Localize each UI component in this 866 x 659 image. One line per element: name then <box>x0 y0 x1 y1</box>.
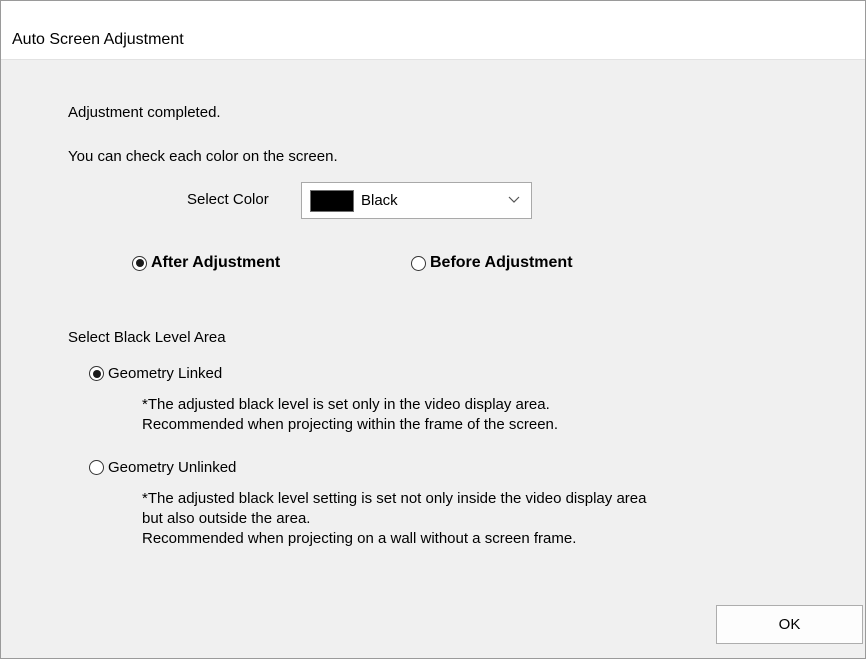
before-adjustment-label: Before Adjustment <box>430 254 573 271</box>
geometry-unlinked-radio-circle[interactable] <box>89 460 104 475</box>
geometry-unlinked-note: *The adjusted black level setting is set… <box>142 489 646 549</box>
geometry-linked-note-line2: Recommended when projecting within the f… <box>142 416 559 433</box>
after-adjustment-label: After Adjustment <box>151 254 281 271</box>
color-swatch <box>310 190 354 212</box>
completed-message: Adjustment completed. <box>68 104 221 121</box>
before-adjustment-radio-circle[interactable] <box>411 255 426 271</box>
geometry-linked-note: *The adjusted black level is set only in… <box>142 395 558 435</box>
geometry-linked-radio[interactable]: Geometry Linked <box>89 365 222 382</box>
auto-screen-adjustment-dialog: Auto Screen Adjustment Adjustment comple… <box>0 0 866 659</box>
check-message: You can check each color on the screen. <box>68 148 338 165</box>
geometry-unlinked-note-line3: Recommended when projecting on a wall wi… <box>142 530 577 547</box>
window-title: Auto Screen Adjustment <box>12 31 184 48</box>
geometry-unlinked-note-line1: *The adjusted black level setting is set… <box>142 490 647 507</box>
geometry-linked-label: Geometry Linked <box>108 365 223 382</box>
geometry-linked-radio-circle[interactable] <box>89 366 104 381</box>
selected-color-text: Black <box>361 192 398 209</box>
black-level-area-heading: Select Black Level Area <box>68 329 226 346</box>
geometry-linked-note-line1: *The adjusted black level is set only in… <box>142 396 550 413</box>
select-color-label: Select Color <box>187 191 269 208</box>
after-adjustment-radio-circle[interactable] <box>132 255 147 271</box>
geometry-unlinked-note-line2: but also outside the area. <box>142 510 311 527</box>
after-adjustment-radio[interactable]: After Adjustment <box>132 254 280 272</box>
chevron-down-icon <box>508 196 520 203</box>
geometry-unlinked-label: Geometry Unlinked <box>108 459 237 476</box>
geometry-unlinked-radio[interactable]: Geometry Unlinked <box>89 459 236 476</box>
select-color-dropdown[interactable]: Black <box>301 182 532 219</box>
title-bar[interactable]: Auto Screen Adjustment <box>1 1 865 60</box>
before-adjustment-radio[interactable]: Before Adjustment <box>411 254 573 272</box>
ok-button[interactable]: OK <box>716 605 863 644</box>
